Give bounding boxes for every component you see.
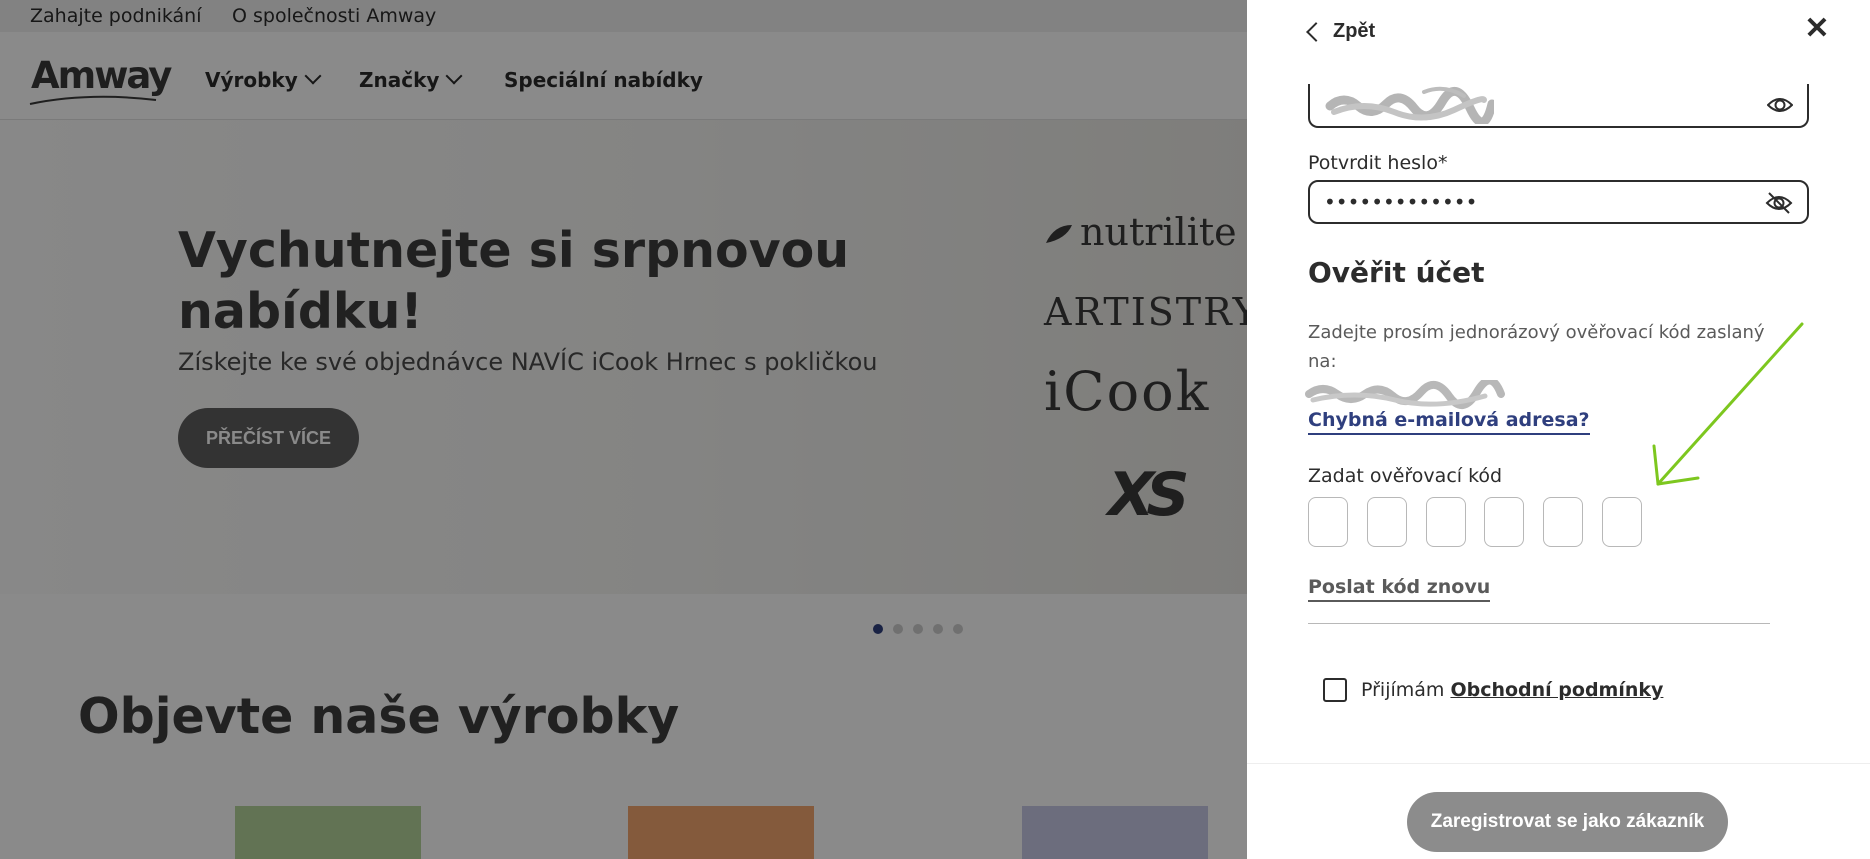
verification-code-label: Zadat ověřovací kód (1308, 465, 1503, 487)
divider (1308, 623, 1770, 624)
annotation-arrow-icon (1652, 322, 1804, 486)
code-digit-input-4[interactable] (1484, 497, 1525, 547)
close-button[interactable]: ✕ (1802, 14, 1832, 44)
code-digit-input-5[interactable] (1543, 497, 1584, 547)
terms-checkbox[interactable] (1323, 678, 1347, 702)
modal-overlay[interactable] (0, 0, 1247, 859)
back-label: Zpět (1333, 20, 1376, 42)
verify-account-title: Ověřit účet (1308, 256, 1485, 289)
password-input[interactable] (1308, 84, 1809, 128)
back-button[interactable]: Zpět (1306, 20, 1376, 43)
confirm-password-value: ••••••••••••• (1324, 190, 1478, 214)
code-digit-input-1[interactable] (1308, 497, 1348, 547)
verification-code-inputs (1308, 497, 1661, 547)
confirm-password-label: Potvrdit heslo* (1308, 152, 1448, 174)
resend-code-link[interactable]: Poslat kód znovu (1308, 576, 1491, 602)
eye-off-icon[interactable] (1765, 191, 1793, 215)
confirm-password-input[interactable]: ••••••••••••• (1308, 180, 1809, 224)
eye-icon[interactable] (1767, 94, 1793, 116)
drawer-footer: Zaregistrovat se jako zákazník (1247, 763, 1870, 859)
terms-row: Přijímám Obchodní podmínky (1323, 678, 1663, 702)
terms-prefix: Přijímám (1361, 679, 1445, 701)
code-digit-input-3[interactable] (1425, 497, 1466, 547)
register-as-customer-button[interactable]: Zaregistrovat se jako zákazník (1407, 792, 1728, 852)
code-digit-input-2[interactable] (1366, 497, 1407, 547)
redacted-password-scribble (1325, 86, 1494, 124)
terms-link[interactable]: Obchodní podmínky (1450, 679, 1663, 701)
redacted-email-scribble (1305, 380, 1505, 409)
wrong-email-link[interactable]: Chybná e-mailová adresa? (1308, 409, 1590, 435)
code-digit-input-6[interactable] (1601, 497, 1642, 547)
chevron-left-icon (1306, 21, 1326, 42)
